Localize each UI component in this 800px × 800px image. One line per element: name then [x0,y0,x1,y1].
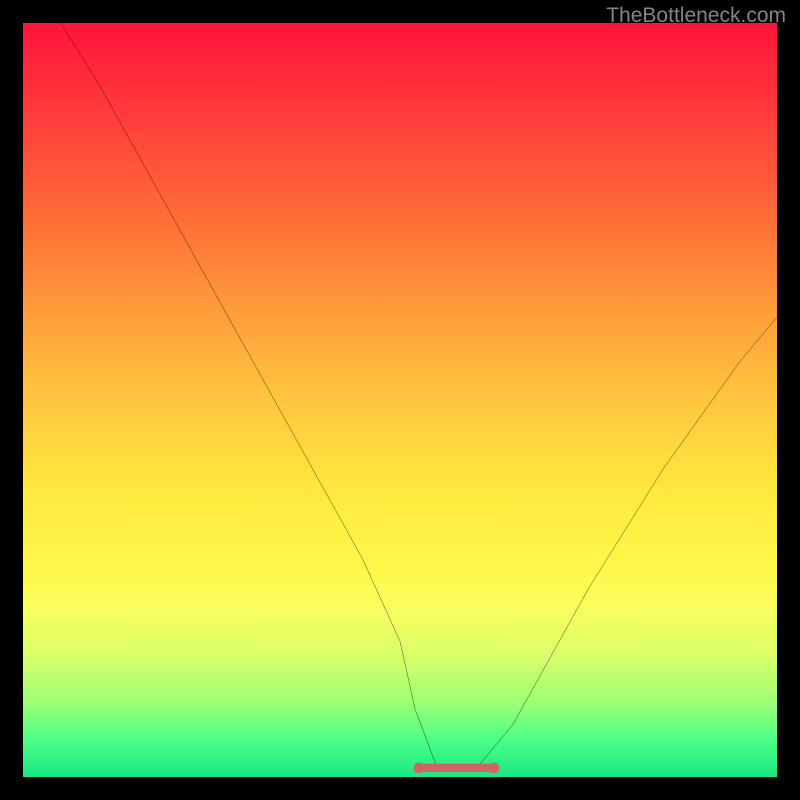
chart-frame: TheBottleneck.com [0,0,800,800]
optimal-band [414,763,500,774]
watermark: TheBottleneck.com [606,4,786,28]
bottleneck-curve [61,23,777,769]
chart-svg [23,23,777,777]
